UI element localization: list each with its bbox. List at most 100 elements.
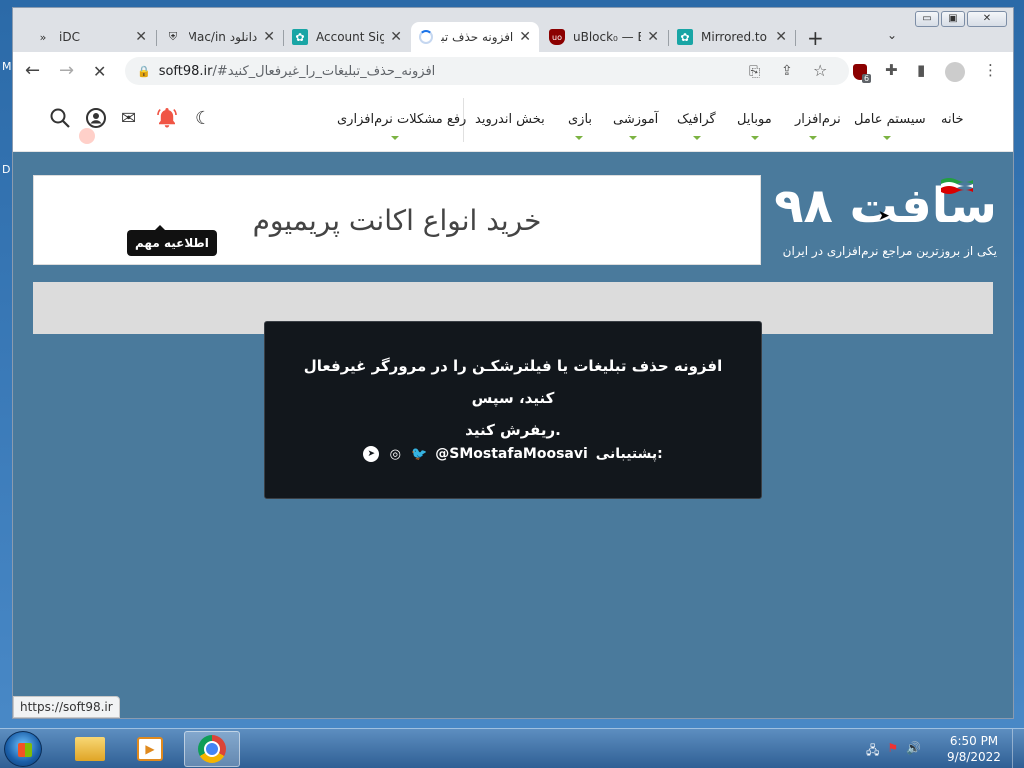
submenu-arrow-icon <box>693 136 701 140</box>
action-center-flag-icon[interactable]: ⚑ <box>887 741 898 762</box>
menu-item-troubleshooting[interactable]: رفع مشکلات نرم‌افزاری <box>337 112 466 127</box>
ublock-badge-count: 6 <box>862 74 872 83</box>
gear-favicon-icon: ✿ <box>292 29 308 45</box>
submenu-arrow-icon <box>809 136 817 140</box>
new-tab-button[interactable]: + <box>807 26 824 50</box>
folder-icon <box>75 737 105 761</box>
tab-ublock[interactable]: uo uBlock₀ — E ✕ <box>541 22 667 52</box>
modal-message-line1: افزونه حذف تبلیغات یا فیلترشکـن را در مر… <box>303 357 723 407</box>
profile-avatar[interactable] <box>945 62 965 82</box>
instagram-icon[interactable]: ◎ <box>387 446 403 462</box>
tab-title: Mirrored.to <box>701 30 767 44</box>
twitter-icon[interactable]: 🐦 <box>411 446 427 462</box>
support-label: پشتیبانی: <box>595 446 663 462</box>
site-tagline: یکی از بروزترین مراجع نرم‌افزاری در ایرا… <box>782 244 997 258</box>
iran-flag-icon <box>941 178 973 194</box>
important-notice-tooltip: اطلاعیه مهم <box>127 225 217 256</box>
taskbar-file-explorer[interactable] <box>62 731 118 767</box>
modal-message: افزونه حذف تبلیغات یا فیلترشکـن را در مر… <box>299 350 727 446</box>
desktop-edge-letter: M <box>2 60 12 73</box>
browser-window: ▭ ▣ ✕ » iDC ✕ ⛨ دانلود Mac/in ✕ ✿ Accoun… <box>12 7 1014 719</box>
user-icon[interactable] <box>85 107 107 129</box>
taskbar-media-player[interactable]: ▶ <box>122 731 178 767</box>
tab-title: uBlock₀ — E <box>573 30 642 44</box>
site-icon: ⛨ <box>168 30 178 43</box>
mouse-cursor-icon: ➤ <box>878 208 890 224</box>
stop-loading-button[interactable]: ✕ <box>93 62 106 81</box>
tab-title: Account Sig <box>316 30 385 44</box>
moon-icon[interactable]: ☾ <box>195 108 211 129</box>
submenu-arrow-icon <box>575 136 583 140</box>
submenu-arrow-icon <box>883 136 891 140</box>
tab-idc[interactable]: » iDC ✕ <box>27 22 155 52</box>
clock-time: 6:50 PM <box>949 734 999 748</box>
menu-kebab-icon[interactable]: ⋮ <box>983 61 998 79</box>
telegram-icon[interactable]: ➤ <box>363 446 380 462</box>
address-path: /#افزونه_حذف_تبلیغات_را_غیرفعال_کنید <box>212 63 436 79</box>
tab-active-soft98[interactable]: افزونه حذف تبلی ✕ <box>411 22 539 52</box>
close-tab-icon[interactable]: ✕ <box>263 29 275 45</box>
ublock-icon: uo <box>549 29 565 45</box>
menu-item-os[interactable]: سیستم عامل <box>854 112 926 127</box>
mail-icon[interactable]: ✉ <box>121 108 136 129</box>
chrome-icon <box>198 735 226 763</box>
menu-item-mobile[interactable]: موبایل <box>737 112 772 127</box>
submenu-arrow-icon <box>391 136 399 140</box>
search-icon[interactable] <box>49 107 71 129</box>
side-panel-icon[interactable]: ▮ <box>917 61 925 79</box>
tab-title: افزونه حذف تبلی <box>441 30 514 44</box>
network-icon[interactable]: 🖧 <box>866 741 879 762</box>
extensions-puzzle-icon[interactable]: ✚ <box>885 61 898 79</box>
address-bar[interactable]: 🔒 soft98.ir /#افزونه_حذف_تبلیغات_را_غیرف… <box>125 57 849 85</box>
bell-icon[interactable] <box>155 106 179 130</box>
address-host: soft98.ir <box>158 63 213 79</box>
taskbar-clock[interactable]: 6:50 PM 9/8/2022 <box>944 733 1004 765</box>
clock-date: 9/8/2022 <box>947 750 1001 764</box>
tab-strip: » iDC ✕ ⛨ دانلود Mac/in ✕ ✿ Account Sig … <box>13 22 1013 52</box>
media-player-icon: ▶ <box>137 737 163 761</box>
tab-download[interactable]: ⛨ دانلود Mac/in ✕ <box>157 22 283 52</box>
windows-taskbar: ▶ 🖧 ⚑ 🔊 6:50 PM 9/8/2022 <box>0 728 1024 768</box>
submenu-arrow-icon <box>629 136 637 140</box>
show-desktop-button[interactable] <box>1012 729 1024 768</box>
translate-icon[interactable]: ⎘ <box>749 64 760 80</box>
windows-logo-icon <box>18 743 32 757</box>
menu-item-software[interactable]: نرم‌افزار <box>795 112 841 127</box>
close-tab-icon[interactable]: ✕ <box>519 29 531 45</box>
volume-icon[interactable]: 🔊 <box>906 741 921 762</box>
tab-title: iDC <box>59 30 80 44</box>
tab-search-dropdown-icon[interactable]: ⌄ <box>887 28 897 42</box>
tab-mirrored[interactable]: ✿ Mirrored.to ✕ <box>669 22 795 52</box>
support-handle[interactable]: @SMostafaMoosavi <box>435 446 588 462</box>
status-bar-url: https://soft98.ir <box>13 696 120 718</box>
close-tab-icon[interactable]: ✕ <box>647 29 659 45</box>
adblock-warning-modal: افزونه حذف تبلیغات یا فیلترشکـن را در مر… <box>264 321 762 499</box>
lock-icon: 🔒 <box>137 64 151 78</box>
start-button[interactable] <box>4 731 42 767</box>
double-chevron-icon: » <box>39 30 47 44</box>
site-navbar: خانه سیستم عامل نرم‌افزار موبایل گرافیک … <box>13 90 1013 152</box>
taskbar-chrome[interactable] <box>184 731 240 767</box>
menu-item-android[interactable]: بخش اندروید <box>475 112 545 127</box>
back-button[interactable]: ← <box>25 60 40 81</box>
loading-spinner-icon <box>419 30 433 44</box>
menu-item-home[interactable]: خانه <box>941 112 964 127</box>
browser-toolbar: ← → ✕ 🔒 soft98.ir /#افزونه_حذف_تبلیغات_ر… <box>13 52 1013 90</box>
bookmark-star-icon[interactable]: ☆ <box>813 61 827 80</box>
close-tab-icon[interactable]: ✕ <box>775 29 787 45</box>
modal-message-line2: ریفرش کنید. <box>465 421 561 439</box>
banner-text: خرید انواع اکانت پریمیوم <box>252 203 542 237</box>
share-icon[interactable]: ⇪ <box>781 63 793 79</box>
menu-item-graphics[interactable]: گرافیک <box>677 112 716 127</box>
tab-account[interactable]: ✿ Account Sig ✕ <box>284 22 410 52</box>
tab-title: دانلود Mac/in <box>189 30 258 44</box>
close-tab-icon[interactable]: ✕ <box>135 29 147 45</box>
close-tab-icon[interactable]: ✕ <box>390 29 402 45</box>
desktop-edge-letter: D <box>2 163 11 176</box>
notification-pulse <box>79 128 95 144</box>
forward-button[interactable]: → <box>59 60 74 81</box>
menu-item-education[interactable]: آموزشی <box>613 112 658 127</box>
gear-favicon-icon: ✿ <box>677 29 693 45</box>
support-row: ➤ ◎ 🐦 @SMostafaMoosavi پشتیبانی: <box>265 446 761 462</box>
menu-item-games[interactable]: بازی <box>568 112 592 127</box>
